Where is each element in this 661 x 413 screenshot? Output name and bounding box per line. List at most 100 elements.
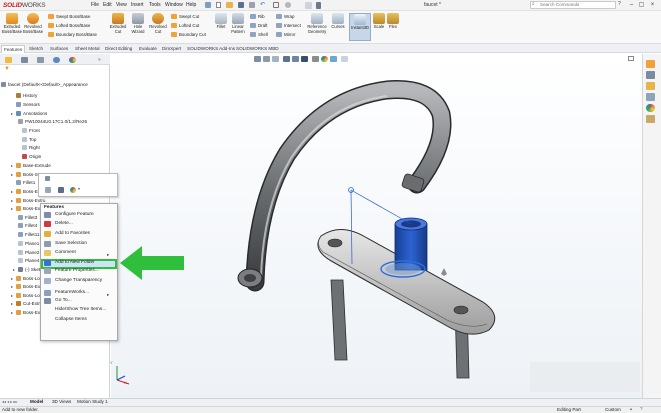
lofted-cut-button[interactable]: Lofted Cut [171, 23, 199, 29]
expand-arrow-icon[interactable]: ▸ [11, 189, 13, 194]
hole-wizard-button[interactable]: Hole Wizard [128, 13, 148, 34]
tree-item[interactable]: Base-Extrude [16, 162, 51, 169]
appearance-icon[interactable] [70, 187, 76, 193]
faucet-model-view[interactable] [111, 54, 642, 399]
expand-arrow-icon[interactable]: ▸ [11, 206, 13, 211]
tree-item[interactable]: Fillet3 [18, 214, 37, 221]
tab-sketch[interactable]: Sketch [27, 45, 45, 53]
pin-icon[interactable] [316, 2, 321, 9]
context-menu-item[interactable]: Change Transparency [55, 277, 102, 285]
custom-properties-icon[interactable] [646, 115, 655, 123]
edit-feature-icon[interactable] [45, 176, 50, 181]
view-settings-icon[interactable] [341, 56, 348, 62]
tab-direct-editing[interactable]: Direct Editing [103, 45, 134, 53]
lofted-boss-button[interactable]: Lofted Boss/Base [48, 23, 90, 29]
rib-button[interactable]: Rib [250, 14, 265, 20]
expand-arrow-icon[interactable]: ▸ [11, 276, 13, 281]
hide-show-items-icon[interactable] [312, 56, 319, 62]
boundary-cut-button[interactable]: Boundary Cut [171, 32, 206, 38]
reference-geometry-button[interactable]: Reference Geometry [305, 13, 329, 34]
swept-cut-button[interactable]: Swept Cut [171, 14, 199, 20]
context-menu-item[interactable]: Save Selection [55, 240, 87, 248]
configuration-manager-tab-icon[interactable] [37, 57, 44, 63]
linear-pattern-button[interactable]: Linear Pattern [229, 13, 247, 34]
property-manager-tab-icon[interactable] [21, 57, 28, 63]
previous-view-icon[interactable] [272, 56, 279, 62]
select-icon[interactable] [273, 2, 279, 8]
curves-button[interactable]: Curves [329, 13, 347, 30]
file-explorer-icon[interactable] [646, 82, 655, 90]
status-help-icon[interactable]: ? [640, 406, 643, 411]
tree-item[interactable]: PW10044U0.17C1.0/1.2/Re26 [18, 118, 87, 125]
view-orientation-icon[interactable] [292, 56, 299, 62]
tree-item[interactable]: Annotations [16, 110, 47, 117]
zoom-area-icon[interactable] [263, 56, 270, 62]
minimize-button[interactable]: – [627, 1, 636, 9]
context-menu-item[interactable]: FeatureWorks... [55, 289, 89, 297]
tab-addins[interactable]: SOLIDWORKS Add-Ins [185, 45, 237, 53]
menu-window[interactable]: Window [165, 2, 183, 8]
context-menu-item[interactable]: Hide/Show Tree Items... [55, 306, 106, 314]
tree-item[interactable]: Right [22, 144, 40, 151]
appearances-icon[interactable] [646, 104, 655, 112]
suppress-icon[interactable] [58, 187, 64, 193]
revolved-cut-button[interactable]: Revolved Cut [148, 13, 168, 34]
tab-motion-study[interactable]: Motion Study 1 [77, 399, 108, 404]
solidworks-logo[interactable]: SOLIDWORKS [3, 2, 46, 9]
tree-item[interactable]: Plane4 [18, 257, 39, 264]
context-menu-item[interactable]: Go To... [55, 297, 72, 305]
solidworks-resources-icon[interactable] [646, 60, 655, 68]
tab-surfaces[interactable]: Surfaces [48, 45, 70, 53]
swept-boss-button[interactable]: Swept Boss/Base [48, 14, 90, 20]
shell-button[interactable]: Shell [250, 32, 268, 38]
revolved-boss-button[interactable]: Revolved Boss/Base [23, 13, 43, 34]
units-dropdown-icon[interactable]: ▴ [630, 406, 632, 411]
display-style-icon[interactable] [301, 56, 308, 62]
tree-item[interactable]: Fillet4 [18, 222, 37, 229]
context-menu-item[interactable]: Delete... [55, 220, 73, 228]
menu-tools[interactable]: Tools [149, 2, 161, 8]
display-manager-tab-icon[interactable] [69, 57, 76, 63]
menu-file[interactable]: File [91, 2, 99, 8]
tree-item[interactable]: Fillet1 [16, 179, 35, 186]
wrap-button[interactable]: Wrap [276, 14, 294, 20]
intersect-button[interactable]: Intersect [276, 23, 301, 29]
mirror-button[interactable]: Mirror [276, 32, 295, 38]
viewport-restore-icon[interactable] [628, 56, 634, 61]
tree-item[interactable]: Cut-Extru [16, 300, 42, 307]
expand-arrow-icon[interactable]: ▸ [11, 293, 13, 298]
expand-arrow-icon[interactable]: ▸ [11, 301, 13, 306]
tab-nav-arrows-icon[interactable]: ◂◂ ◂ ▸ ▸▸ [2, 399, 17, 404]
design-library-icon[interactable] [646, 71, 655, 79]
context-menu-item[interactable]: Add to New Folder [55, 259, 95, 267]
tree-item[interactable]: Plane2 [18, 249, 39, 256]
print-icon[interactable] [249, 2, 255, 8]
flex-button[interactable]: Flex [386, 13, 400, 30]
close-button[interactable]: × [648, 1, 657, 9]
menu-edit[interactable]: Edit [103, 2, 112, 8]
extruded-cut-button[interactable]: Extruded Cut [108, 13, 128, 34]
context-menu-item[interactable]: Collapse Items [55, 316, 87, 324]
zoom-to-fit-icon[interactable] [254, 56, 261, 62]
extruded-boss-button[interactable]: Extruded Boss/Base [2, 13, 22, 34]
save-icon[interactable] [238, 2, 244, 8]
expand-arrow-icon[interactable]: ▸ [11, 163, 13, 168]
tab-sheet-metal[interactable]: Sheet Metal [73, 45, 102, 53]
panel-expand-icon[interactable]: » [98, 57, 101, 63]
home-icon[interactable] [205, 2, 211, 8]
context-menu-item[interactable]: Configure Feature [55, 211, 94, 219]
tree-item[interactable]: Plane1 [18, 240, 39, 247]
view-palette-icon[interactable] [646, 93, 655, 101]
tree-item[interactable]: faucet (Default<<Default>_Appearance [1, 81, 88, 88]
fillet-button[interactable]: Fillet [213, 13, 229, 30]
boundary-boss-button[interactable]: Boundary Boss/Base [48, 32, 97, 38]
expand-arrow-icon[interactable]: ▸ [13, 267, 15, 272]
tree-item[interactable]: Sensors [16, 101, 40, 108]
dimxpert-manager-tab-icon[interactable] [53, 57, 60, 63]
new-document-icon[interactable] [216, 2, 221, 8]
tab-mbd[interactable]: SOLIDWORKS MBD [234, 45, 281, 53]
apply-scene-icon[interactable] [330, 56, 337, 62]
tree-item[interactable]: Front [22, 127, 40, 134]
feature-manager-tab-icon[interactable] [5, 57, 12, 63]
options-gear-icon[interactable] [305, 2, 312, 9]
